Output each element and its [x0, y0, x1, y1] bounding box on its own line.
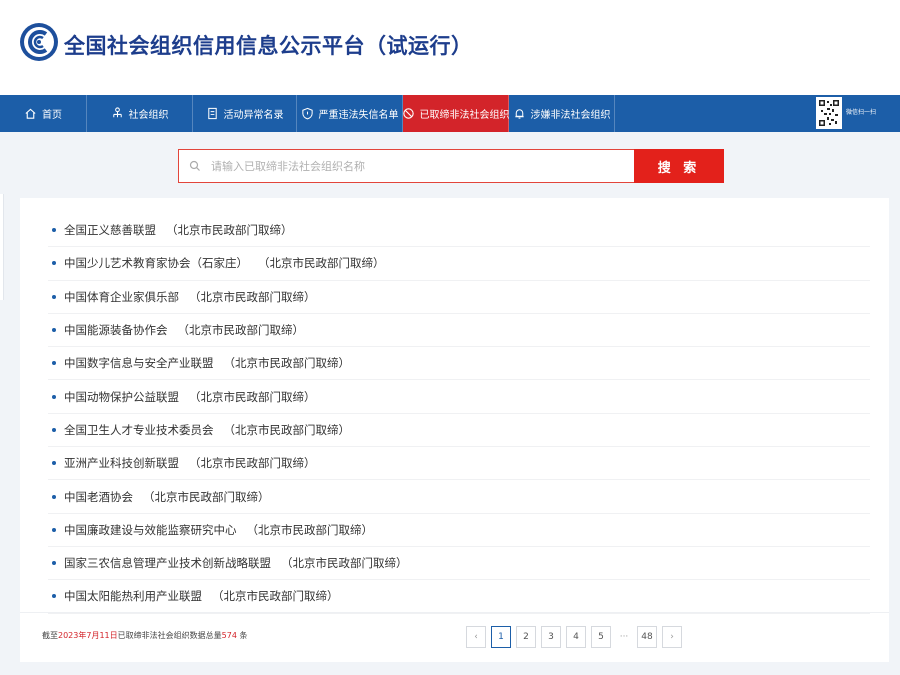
- page-button-1[interactable]: 1: [491, 626, 511, 648]
- org-name: 中国动物保护公益联盟: [64, 389, 179, 404]
- org-dept: （北京市民政部门取缔）: [189, 456, 316, 471]
- org-name: 中国廉政建设与效能监察研究中心: [64, 522, 237, 537]
- list-item[interactable]: 中国数字信息与安全产业联盟 （北京市民政部门取缔）: [48, 347, 870, 381]
- search-bar: 搜 索: [178, 149, 724, 183]
- org-dept: （北京市民政部门取缔）: [143, 489, 270, 504]
- list-item[interactable]: 全国卫生人才专业技术委员会 （北京市民政部门取缔）: [48, 414, 870, 448]
- home-icon: [25, 108, 36, 119]
- bullet-icon: [52, 494, 56, 499]
- search-box: [178, 149, 634, 183]
- org-name: 全国卫生人才专业技术委员会: [64, 422, 214, 437]
- list-item[interactable]: 中国廉政建设与效能监察研究中心 （北京市民政部门取缔）: [48, 514, 870, 547]
- bullet-icon: [52, 261, 56, 266]
- bullet-icon: [52, 394, 56, 399]
- org-name: 中国老酒协会: [64, 489, 133, 504]
- page-button-4[interactable]: 4: [566, 626, 586, 648]
- list-item[interactable]: 中国少儿艺术教育家协会（石家庄） （北京市民政部门取缔）: [48, 247, 870, 281]
- list-item[interactable]: 中国体育企业家俱乐部 （北京市民政部门取缔）: [48, 281, 870, 314]
- logo-icon[interactable]: [19, 22, 59, 62]
- org-name: 中国少儿艺术教育家协会（石家庄）: [64, 256, 248, 271]
- nav-item-banned-orgs[interactable]: 已取缔非法社会组织: [402, 95, 510, 132]
- search-input[interactable]: [201, 150, 634, 182]
- nav-item-abnormal-list[interactable]: 活动异常名录: [193, 95, 297, 132]
- nav-item-label: 首页: [42, 110, 62, 121]
- search-icon: [189, 160, 200, 171]
- nav-item-home[interactable]: 首页: [0, 95, 87, 132]
- main-nav: 首页 社会组织 活动异常名录 严重违法失信名单 已取缔非法社会组织 涉嫌非法社会…: [0, 95, 900, 132]
- bullet-icon: [52, 561, 56, 566]
- bullet-icon: [52, 527, 56, 532]
- list-item[interactable]: 中国动物保护公益联盟 （北京市民政部门取缔）: [48, 380, 870, 414]
- ban-icon: [402, 108, 414, 119]
- nav-item-label: 涉嫌非法社会组织: [530, 110, 611, 121]
- org-name: 中国体育企业家俱乐部: [64, 289, 179, 304]
- stats-suffix: 条: [239, 631, 248, 640]
- banned-org-list: 全国正义慈善联盟 （北京市民政部门取缔） 中国少儿艺术教育家协会（石家庄） （北京市…: [48, 214, 870, 614]
- list-item[interactable]: 国家三农信息管理产业技术创新战略联盟 （北京市民政部门取缔）: [48, 547, 870, 581]
- stats-summary: 截至2023年7月11日已取缔非法社会组织数据总量574 条: [42, 630, 247, 641]
- bullet-icon: [52, 461, 56, 466]
- org-dept: （北京市民政部门取缔）: [189, 389, 316, 404]
- nav-item-suspected-orgs[interactable]: 涉嫌非法社会组织: [509, 95, 615, 132]
- results-panel: 全国正义慈善联盟 （北京市民政部门取缔） 中国少儿艺术教育家协会（石家庄） （北京市…: [20, 198, 889, 662]
- left-edge-panel: [0, 194, 4, 300]
- list-item[interactable]: 亚洲产业科技创新联盟 （北京市民政部门取缔）: [48, 447, 870, 481]
- footer-divider: [20, 612, 889, 613]
- nav-item-label: 社会组织: [128, 110, 169, 121]
- pager-ellipsis: ···: [619, 632, 629, 642]
- next-page-button[interactable]: ›: [662, 626, 682, 648]
- site-header: 全国社会组织信用信息公示平台（试运行）: [0, 0, 900, 95]
- pagination: ‹ 1 2 3 4 5 ··· 48 ›: [466, 626, 682, 648]
- bullet-icon: [52, 228, 56, 233]
- org-name: 亚洲产业科技创新联盟: [64, 456, 179, 471]
- stats-middle: 已取缔非法社会组织数据总量: [117, 631, 222, 640]
- org-dept: （北京市民政部门取缔）: [177, 323, 305, 338]
- page-button-5[interactable]: 5: [591, 626, 611, 648]
- list-item[interactable]: 中国能源装备协作会 （北京市民政部门取缔）: [48, 314, 870, 348]
- page-button-2[interactable]: 2: [516, 626, 536, 648]
- org-dept: （北京市民政部门取缔）: [223, 422, 351, 437]
- search-button[interactable]: 搜 索: [634, 149, 724, 183]
- site-title: 全国社会组织信用信息公示平台（试运行）: [64, 34, 473, 58]
- org-name: 国家三农信息管理产业技术创新战略联盟: [64, 556, 271, 571]
- bullet-icon: [52, 328, 56, 333]
- org-name: 全国正义慈善联盟: [64, 223, 156, 238]
- org-dept: （北京市民政部门取缔）: [166, 223, 293, 238]
- org-name: 中国能源装备协作会: [64, 323, 168, 338]
- org-dept: （北京市民政部门取缔）: [281, 556, 408, 571]
- org-dept: （北京市民政部门取缔）: [189, 289, 316, 304]
- org-tree-icon: [112, 107, 122, 118]
- page-button-last[interactable]: 48: [637, 626, 657, 648]
- org-dept: （北京市民政部门取缔）: [212, 589, 339, 604]
- list-item[interactable]: 全国正义慈善联盟 （北京市民政部门取缔）: [48, 214, 870, 248]
- bullet-icon: [52, 427, 56, 432]
- shield-icon: [301, 107, 313, 120]
- bullet-icon: [52, 361, 56, 366]
- qr-label: 微信扫一扫: [845, 109, 876, 116]
- nav-item-label: 活动异常名录: [223, 110, 284, 121]
- list-item[interactable]: 中国老酒协会 （北京市民政部门取缔）: [48, 480, 870, 514]
- qr-code-icon: [818, 99, 840, 127]
- bell-icon: [514, 109, 524, 119]
- qr-code: [816, 97, 842, 129]
- list-item[interactable]: 中国太阳能热利用产业联盟 （北京市民政部门取缔）: [48, 580, 870, 614]
- org-dept: （北京市民政部门取缔）: [246, 522, 374, 537]
- org-dept: （北京市民政部门取缔）: [223, 356, 351, 371]
- nav-item-blacklist[interactable]: 严重违法失信名单: [297, 95, 403, 132]
- page-button-3[interactable]: 3: [541, 626, 561, 648]
- stats-count: 574: [221, 631, 237, 640]
- nav-item-label: 已取缔非法社会组织: [419, 110, 510, 121]
- org-name: 中国太阳能热利用产业联盟: [64, 589, 202, 604]
- org-name: 中国数字信息与安全产业联盟: [64, 356, 214, 371]
- stats-date: 2023年7月11日: [58, 631, 118, 640]
- bullet-icon: [52, 594, 56, 599]
- prev-page-button[interactable]: ‹: [466, 626, 486, 648]
- org-dept: （北京市民政部门取缔）: [258, 256, 385, 271]
- nav-item-orgs[interactable]: 社会组织: [87, 95, 193, 132]
- stats-prefix: 截至: [42, 631, 58, 640]
- nav-item-label: 严重违法失信名单: [318, 110, 399, 121]
- document-icon: [207, 107, 217, 120]
- bullet-icon: [52, 294, 56, 299]
